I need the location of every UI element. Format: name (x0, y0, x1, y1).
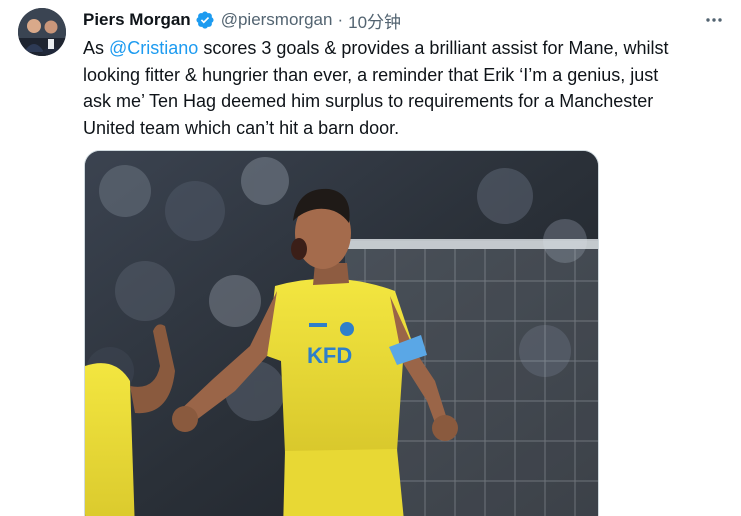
tweet[interactable]: Piers Morgan @piersmorgan · 10分钟 As @Cri… (0, 0, 741, 516)
tweet-timestamp[interactable]: 10分钟 (348, 8, 401, 33)
verified-badge-icon (195, 10, 215, 30)
author-display-name[interactable]: Piers Morgan (83, 10, 191, 30)
tweet-text-line-4: United team which can’t hit a barn door. (83, 117, 400, 138)
author-avatar[interactable] (18, 8, 66, 56)
mention-link[interactable]: @Cristiano (109, 38, 198, 58)
tweet-text-line-3: ask me’ Ten Hag deemed him surplus to re… (83, 91, 654, 111)
tweet-text: As @Cristiano scores 3 goals & provides … (83, 35, 728, 141)
jersey-sponsor-text: KFD (307, 343, 352, 368)
celebrating-player-image: KFD (85, 151, 598, 516)
tweet-header: Piers Morgan @piersmorgan · 10分钟 (83, 8, 401, 32)
author-handle[interactable]: @piersmorgan (221, 10, 333, 30)
avatar-photo-icon (18, 8, 66, 56)
more-options-icon[interactable] (700, 8, 728, 32)
tweet-photo[interactable]: KFD (84, 150, 599, 516)
tweet-text-line-1: As @Cristiano scores 3 goals & provides … (83, 35, 728, 62)
tweet-text-prefix: As (83, 38, 110, 58)
tweet-text-line-2: looking fitter & hungrier than ever, a r… (83, 64, 659, 85)
header-separator: · (337, 10, 344, 29)
tweet-text-suffix: scores 3 goals & provides a brilliant as… (198, 38, 669, 58)
